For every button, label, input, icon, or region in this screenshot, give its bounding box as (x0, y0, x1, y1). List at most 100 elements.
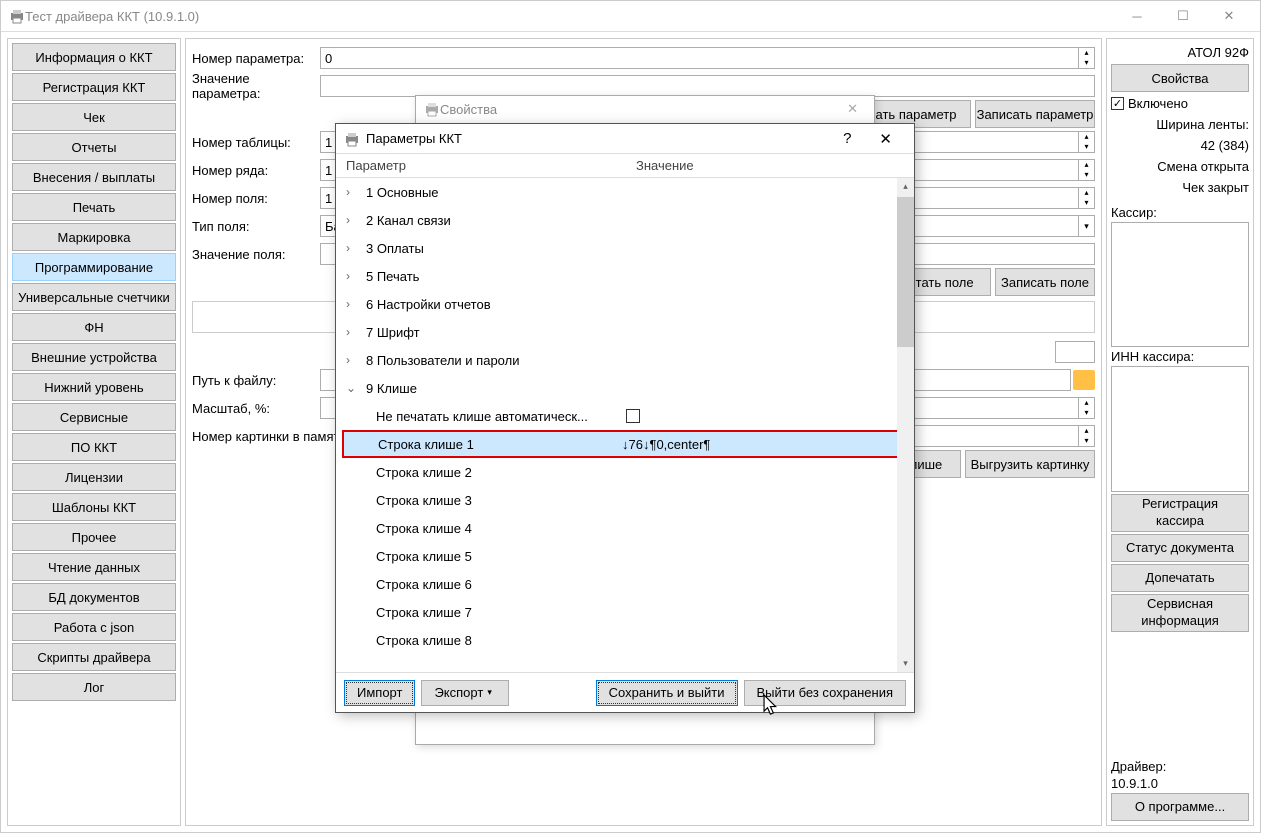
sidebar-item-driver-scripts[interactable]: Скрипты драйвера (12, 643, 176, 671)
tree-group-6[interactable]: ›6 Настройки отчетов (336, 290, 914, 318)
shift-status: Смена открыта (1111, 157, 1249, 176)
sidebar-item-marking[interactable]: Маркировка (12, 223, 176, 251)
sidebar-item-reports[interactable]: Отчеты (12, 133, 176, 161)
field-number-label: Номер поля: (192, 191, 320, 206)
scroll-up-icon[interactable]: ▴ (897, 178, 914, 195)
exit-nosave-button[interactable]: Выйти без сохранения (744, 680, 907, 706)
row-number-label: Номер ряда: (192, 163, 320, 178)
dialog-title: Параметры ККТ (366, 131, 462, 146)
dialog-bg-icon (424, 101, 440, 117)
param-number-label: Номер параметра: (192, 51, 320, 66)
cashier-inn-input[interactable] (1111, 366, 1249, 491)
sidebar: Информация о ККТ Регистрация ККТ Чек Отч… (7, 38, 181, 826)
field-spinner[interactable]: ▴▾ (1079, 187, 1095, 209)
param-number-input[interactable]: 0 (320, 47, 1079, 69)
app-icon (9, 8, 25, 24)
image-memory-label: Номер картинки в памяти (192, 429, 352, 444)
cliche-row-6[interactable]: Строка клише 6 (336, 570, 914, 598)
param-value-input[interactable] (320, 75, 1095, 97)
sidebar-item-licenses[interactable]: Лицензии (12, 463, 176, 491)
checkbox-icon: ✓ (1111, 97, 1124, 110)
tree-scrollbar[interactable]: ▴ ▾ (897, 178, 914, 672)
enabled-checkbox[interactable]: ✓ Включено (1111, 94, 1249, 113)
image-memory-spinner[interactable]: ▴▾ (1079, 425, 1095, 447)
cliche-row-5[interactable]: Строка клише 5 (336, 542, 914, 570)
tree-group-5[interactable]: ›5 Печать (336, 262, 914, 290)
maximize-button[interactable]: ☐ (1160, 1, 1206, 31)
cliche-row-2[interactable]: Строка клише 2 (336, 458, 914, 486)
table-spinner-1[interactable]: ▴▾ (1079, 131, 1095, 153)
table-number-label: Номер таблицы: (192, 135, 320, 150)
scale-spinner[interactable]: ▴▾ (1079, 397, 1095, 419)
driver-label: Драйвер: (1111, 759, 1249, 774)
cliche-row-4[interactable]: Строка клише 4 (336, 514, 914, 542)
reprint-button[interactable]: Допечатать (1111, 564, 1249, 592)
sidebar-item-log[interactable]: Лог (12, 673, 176, 701)
register-cashier-button[interactable]: Регистрация кассира (1111, 494, 1249, 532)
write-param-button[interactable]: Записать параметр (975, 100, 1095, 128)
field-value-label: Значение поля: (192, 247, 320, 262)
tree-group-1[interactable]: ›1 Основные (336, 178, 914, 206)
scroll-down-icon[interactable]: ▾ (897, 655, 914, 672)
sidebar-item-programming[interactable]: Программирование (12, 253, 176, 281)
header-param: Параметр (346, 158, 636, 173)
sidebar-item-service[interactable]: Сервисные (12, 403, 176, 431)
sidebar-item-print[interactable]: Печать (12, 193, 176, 221)
tree-group-9[interactable]: ⌄9 Клише (336, 374, 914, 402)
properties-button[interactable]: Свойства (1111, 64, 1249, 92)
dialog-help-icon[interactable]: ? (829, 130, 865, 147)
autoprint-checkbox[interactable] (626, 409, 640, 423)
doc-status-button[interactable]: Статус документа (1111, 534, 1249, 562)
cashier-input[interactable] (1111, 222, 1249, 347)
browse-folder-icon[interactable] (1073, 370, 1095, 390)
minimize-button[interactable]: ─ (1114, 1, 1160, 31)
about-button[interactable]: О программе... (1111, 793, 1249, 821)
file-path-label: Путь к файлу: (192, 373, 320, 388)
param-number-spinner[interactable]: ▴▾ (1079, 47, 1095, 69)
field-type-dropdown-arrow[interactable]: ▾ (1079, 215, 1095, 237)
cliche-row-1[interactable]: Строка клише 1 ↓76↓¶0,center¶ (342, 430, 908, 458)
sidebar-item-cheque[interactable]: Чек (12, 103, 176, 131)
dialog-footer: Импорт Экспорт ▾ Сохранить и выйти Выйти… (336, 672, 914, 712)
close-button[interactable]: ✕ (1206, 1, 1252, 31)
import-button[interactable]: Импорт (344, 680, 415, 706)
cliche-row-3[interactable]: Строка клише 3 (336, 486, 914, 514)
dialog-bg-close-icon[interactable]: ✕ (839, 101, 866, 117)
sidebar-item-kkt-register[interactable]: Регистрация ККТ (12, 73, 176, 101)
sidebar-item-low-level[interactable]: Нижний уровень (12, 373, 176, 401)
save-exit-button[interactable]: Сохранить и выйти (596, 680, 738, 706)
tree-group-3[interactable]: ›3 Оплаты (336, 234, 914, 262)
sidebar-item-cash-inout[interactable]: Внесения / выплаты (12, 163, 176, 191)
export-button[interactable]: Экспорт ▾ (421, 680, 508, 706)
tree-header: Параметр Значение (336, 154, 914, 178)
export-image-button[interactable]: Выгрузить картинку (965, 450, 1095, 478)
sidebar-item-read-data[interactable]: Чтение данных (12, 553, 176, 581)
dialog-close-icon[interactable]: ✕ (865, 130, 906, 148)
cliche-extra-input[interactable] (1055, 341, 1095, 363)
cliche-row-1-value: ↓76↓¶0,center¶ (622, 437, 710, 452)
sidebar-item-external-devices[interactable]: Внешние устройства (12, 343, 176, 371)
sidebar-item-kkt-info[interactable]: Информация о ККТ (12, 43, 176, 71)
sidebar-item-json-work[interactable]: Работа с json (12, 613, 176, 641)
scroll-thumb[interactable] (897, 197, 914, 347)
tree-group-7[interactable]: ›7 Шрифт (336, 318, 914, 346)
tree-group-8[interactable]: ›8 Пользователи и пароли (336, 346, 914, 374)
cliche-autoprint-row[interactable]: Не печатать клише автоматическ... (336, 402, 914, 430)
row-spinner[interactable]: ▴▾ (1079, 159, 1095, 181)
param-value-label: Значение параметра: (192, 71, 320, 101)
sidebar-item-other[interactable]: Прочее (12, 523, 176, 551)
write-field-button[interactable]: Записать поле (995, 268, 1095, 296)
cliche-row-7[interactable]: Строка клише 7 (336, 598, 914, 626)
sidebar-item-doc-db[interactable]: БД документов (12, 583, 176, 611)
cliche-row-8[interactable]: Строка клише 8 (336, 626, 914, 654)
tree-group-2[interactable]: ›2 Канал связи (336, 206, 914, 234)
cashier-label: Кассир: (1111, 205, 1249, 220)
service-info-button[interactable]: Сервисная информация (1111, 594, 1249, 632)
sidebar-item-kkt-software[interactable]: ПО ККТ (12, 433, 176, 461)
export-dropdown-icon: ▾ (483, 687, 496, 698)
sidebar-item-universal-counters[interactable]: Универсальные счетчики (12, 283, 176, 311)
param-tree[interactable]: ›1 Основные ›2 Канал связи ›3 Оплаты ›5 … (336, 178, 914, 672)
cheque-status: Чек закрыт (1111, 178, 1249, 197)
sidebar-item-fn[interactable]: ФН (12, 313, 176, 341)
sidebar-item-kkt-templates[interactable]: Шаблоны ККТ (12, 493, 176, 521)
